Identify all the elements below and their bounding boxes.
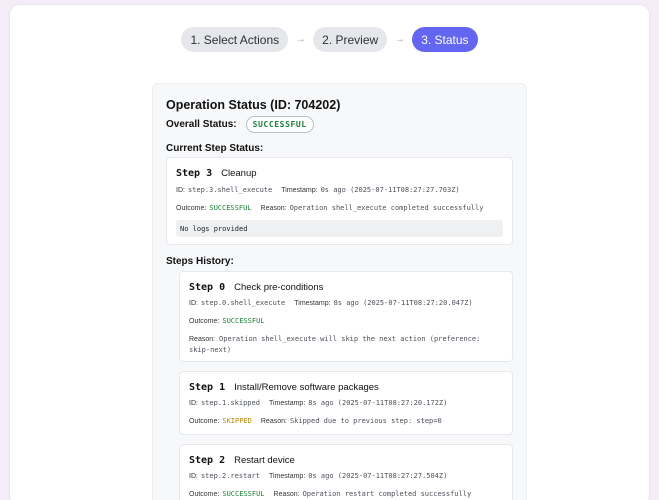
step-header: Step 3 Cleanup xyxy=(176,168,257,179)
step-outcome: SUCCESSFUL xyxy=(222,317,265,325)
step-reason-block: Reason: Operation shell_execute will ski… xyxy=(189,334,498,356)
reason-key: Reason: xyxy=(260,418,287,425)
step-name: Check pre-conditions xyxy=(234,282,324,293)
history-step-box: Step 1 Install/Remove software packages … xyxy=(179,371,513,435)
current-step-heading: Current Step Status: xyxy=(166,143,264,154)
step-header: Step 0 Check pre-conditions xyxy=(189,282,323,293)
timestamp-key: Timestamp: xyxy=(268,473,306,480)
step-id: step.0.shell_execute xyxy=(200,299,286,307)
step-timestamp: 8s ago (2025-07-11T08:27:20.172Z) xyxy=(308,399,448,407)
step-outcome: SUCCESSFUL xyxy=(209,204,252,212)
history-step-box: Step 0 Check pre-conditions ID: step.0.s… xyxy=(179,271,513,362)
step-number: Step 1 xyxy=(189,382,226,393)
step-outcome-row: Outcome: SUCCESSFUL xyxy=(189,317,265,325)
step-id: step.2.restart xyxy=(200,472,260,480)
step-reason: Skipped due to previous step: step=0 xyxy=(289,417,442,425)
steps-history-heading: Steps History: xyxy=(166,256,234,267)
step-logs: No logs provided xyxy=(176,220,503,237)
reason-key: Reason: xyxy=(260,205,287,212)
step-header: Step 2 Restart device xyxy=(189,455,295,466)
step-reason: Operation shell_execute will skip the ne… xyxy=(189,335,481,354)
step-reason: Operation shell_execute completed succes… xyxy=(289,204,484,212)
step-preview[interactable]: 2. Preview xyxy=(313,27,388,52)
step-name: Cleanup xyxy=(221,168,257,179)
step-meta-row: ID: step.1.skipped Timestamp: 8s ago (20… xyxy=(189,399,447,407)
current-step-box: Step 3 Cleanup ID: step.3.shell_execute … xyxy=(166,157,513,245)
overall-status-label: Overall Status: xyxy=(166,119,237,130)
timestamp-key: Timestamp: xyxy=(268,400,306,407)
step-timestamp: 0s ago (2025-07-11T08:27:27.703Z) xyxy=(320,186,460,194)
arrow-right-icon: → xyxy=(295,34,306,45)
step-id: step.1.skipped xyxy=(200,399,260,407)
id-key: ID: xyxy=(189,473,198,480)
outcome-key: Outcome: xyxy=(176,205,207,212)
step-number: Step 2 xyxy=(189,455,226,466)
step-outcome-row: Outcome: SUCCESSFUL Reason: Operation sh… xyxy=(176,204,483,212)
timestamp-key: Timestamp: xyxy=(294,300,331,307)
history-step-box: Step 2 Restart device ID: step.2.restart… xyxy=(179,444,513,500)
outcome-key: Outcome: xyxy=(189,491,220,498)
step-select-actions[interactable]: 1. Select Actions xyxy=(181,27,289,52)
timestamp-key: Timestamp: xyxy=(281,187,318,194)
overall-status-badge: SUCCESSFUL xyxy=(245,116,314,133)
step-outcome: SKIPPED xyxy=(222,417,252,425)
step-reason: Operation restart completed successfully xyxy=(302,490,472,498)
reason-key: Reason: xyxy=(273,491,300,498)
step-meta-row: ID: step.0.shell_execute Timestamp: 8s a… xyxy=(189,299,473,307)
step-header: Step 1 Install/Remove software packages xyxy=(189,382,379,393)
step-timestamp: 8s ago (2025-07-11T08:27:20.047Z) xyxy=(333,299,473,307)
step-timestamp: 0s ago (2025-07-11T08:27:27.504Z) xyxy=(308,472,448,480)
step-status[interactable]: 3. Status xyxy=(412,27,478,52)
step-meta-row: ID: step.2.restart Timestamp: 0s ago (20… xyxy=(189,472,447,480)
step-name: Restart device xyxy=(234,455,295,466)
arrow-right-icon: → xyxy=(394,34,405,45)
step-number: Step 3 xyxy=(176,168,213,179)
step-meta-row: ID: step.3.shell_execute Timestamp: 0s a… xyxy=(176,186,460,194)
reason-key: Reason: xyxy=(189,336,216,343)
id-key: ID: xyxy=(189,400,198,407)
operation-status-card: Operation Status (ID: 704202) Overall St… xyxy=(152,83,527,500)
main-panel: 1. Select Actions → 2. Preview → 3. Stat… xyxy=(10,5,649,500)
wizard-stepper: 1. Select Actions → 2. Preview → 3. Stat… xyxy=(10,27,649,52)
step-id: step.3.shell_execute xyxy=(187,186,273,194)
outcome-key: Outcome: xyxy=(189,418,220,425)
id-key: ID: xyxy=(189,300,198,307)
step-name: Install/Remove software packages xyxy=(234,382,379,393)
step-number: Step 0 xyxy=(189,282,226,293)
step-outcome-row: Outcome: SUCCESSFUL Reason: Operation re… xyxy=(189,490,471,498)
operation-title: Operation Status (ID: 704202) xyxy=(166,98,341,112)
overall-status-row: Overall Status: SUCCESSFUL xyxy=(166,116,314,133)
step-outcome-row: Outcome: SKIPPED Reason: Skipped due to … xyxy=(189,417,442,425)
id-key: ID: xyxy=(176,187,185,194)
outcome-key: Outcome: xyxy=(189,318,220,325)
step-outcome: SUCCESSFUL xyxy=(222,490,265,498)
